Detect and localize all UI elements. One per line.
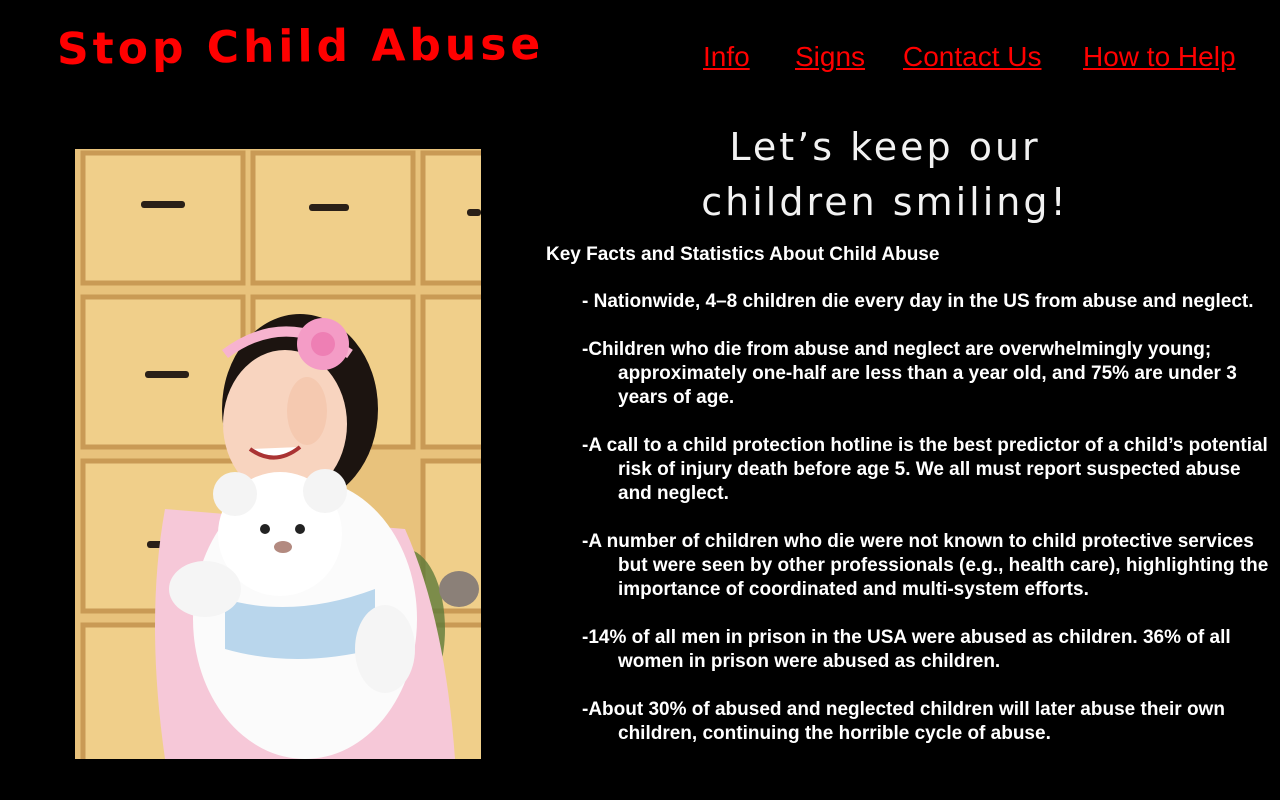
nav-link-signs[interactable]: Signs (795, 40, 865, 74)
tagline-line-1: Let’s keep our (729, 125, 1041, 169)
facts-list: - Nationwide, 4–8 children die every day… (582, 290, 1272, 770)
tagline-line-2: children smiling! (701, 180, 1069, 224)
facts-heading: Key Facts and Statistics About Child Abu… (546, 244, 940, 265)
tagline: Let’s keep our children smiling! (600, 120, 1170, 230)
fact-item: -A call to a child protection hotline is… (582, 435, 1268, 504)
fact-item: -Children who die from abuse and neglect… (582, 339, 1237, 408)
fact-item: -About 30% of abused and neglected child… (582, 699, 1225, 744)
fact-item: - Nationwide, 4–8 children die every day… (582, 291, 1254, 312)
fact-item: -A number of children who die were not k… (582, 531, 1269, 600)
child-photo (75, 149, 481, 759)
nav-link-info[interactable]: Info (703, 40, 750, 74)
nav-link-how-to-help[interactable]: How to Help (1083, 40, 1236, 74)
fact-item: -14% of all men in prison in the USA wer… (582, 627, 1231, 672)
main-nav: Info Signs Contact Us How to Help (0, 40, 1280, 76)
nav-link-contact-us[interactable]: Contact Us (903, 40, 1042, 74)
